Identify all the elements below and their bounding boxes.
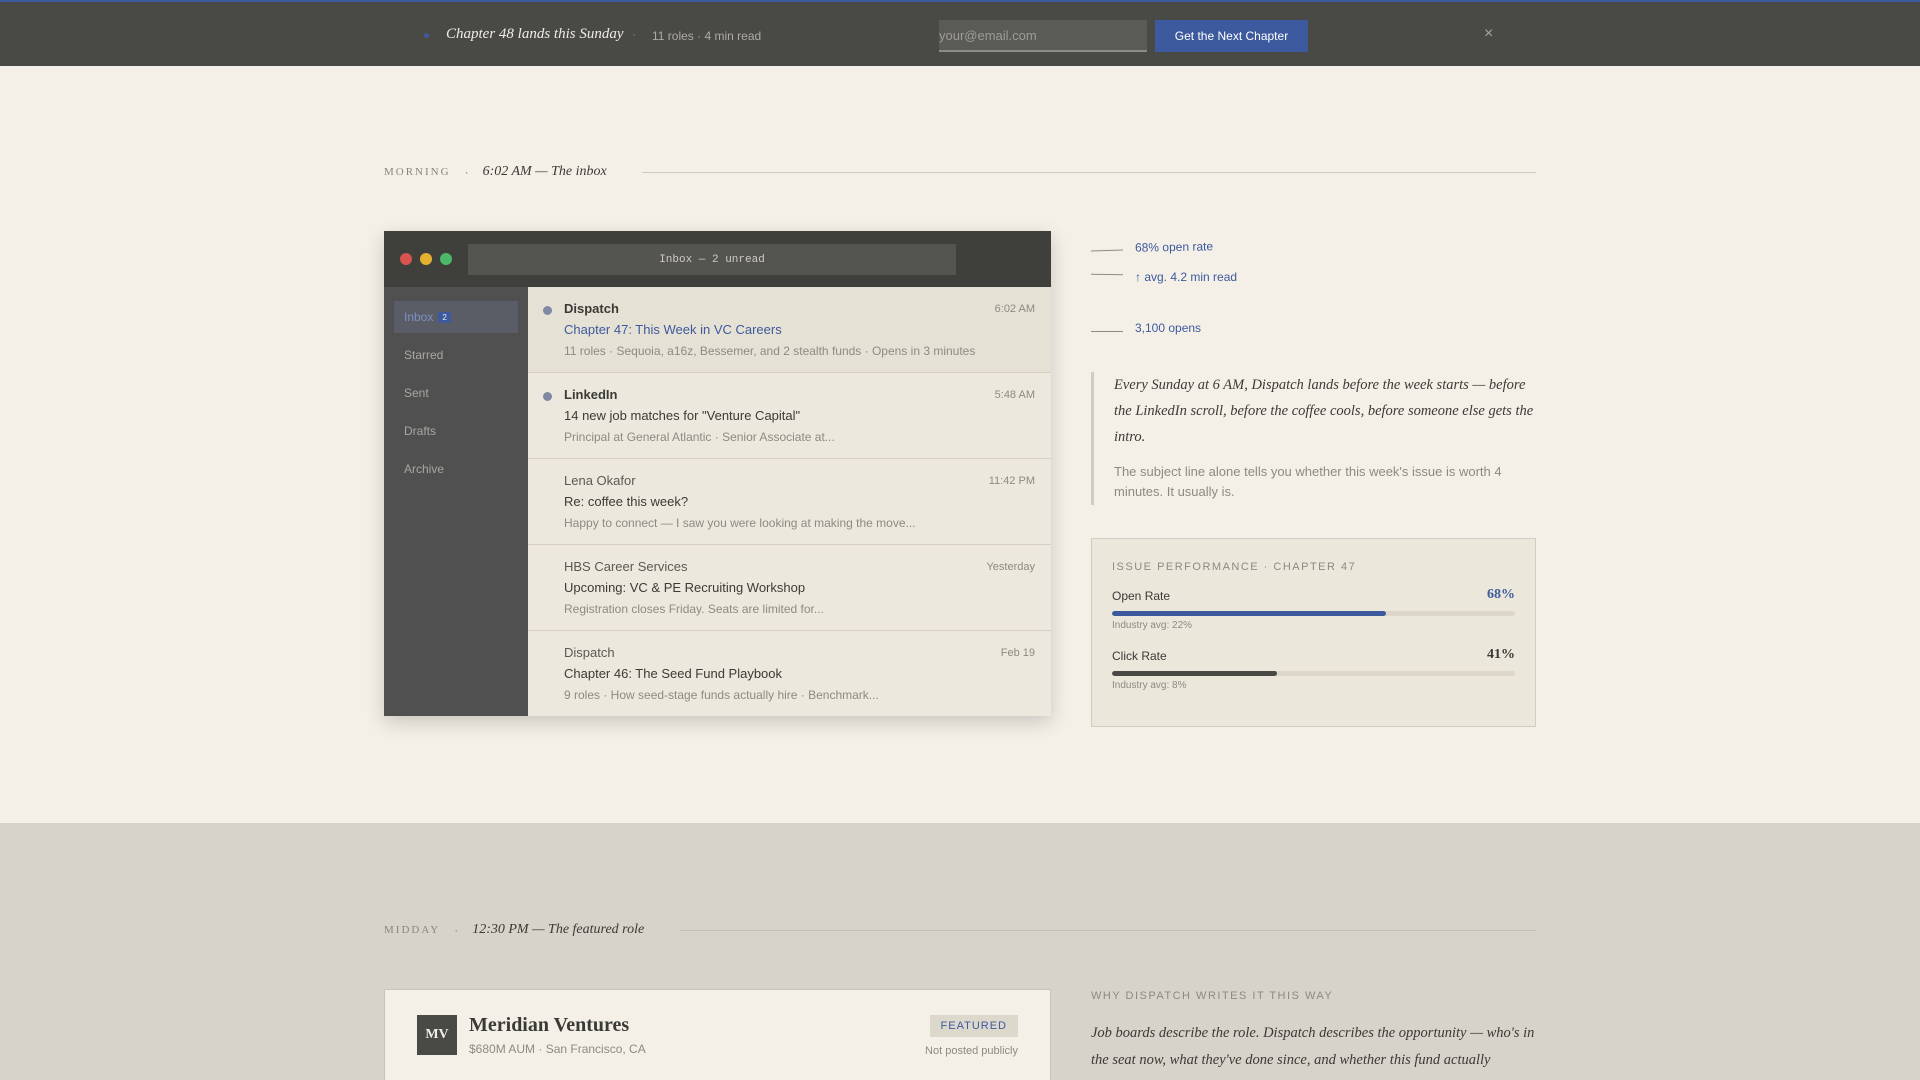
metric-average: Industry avg: 22% bbox=[1112, 620, 1193, 631]
email-client-window: Inbox — 2 unread Inbox 2 Starred Sent Dr… bbox=[384, 231, 1051, 716]
metric-average: Industry avg: 8% bbox=[1112, 680, 1187, 691]
email-sender: Dispatch bbox=[564, 301, 619, 316]
email-list: Dispatch 6:02 AM Chapter 47: This Week i… bbox=[528, 287, 1051, 716]
annotation-open-rate: 68% open rate bbox=[1134, 239, 1214, 255]
mail-sidebar: Inbox 2 Starred Sent Drafts Archive bbox=[384, 287, 528, 716]
email-preview: Principal at General Atlantic · Senior A… bbox=[564, 430, 835, 444]
section-dot: · bbox=[454, 923, 459, 937]
pull-quote: Every Sunday at 6 AM, Dispatch lands bef… bbox=[1091, 372, 1536, 505]
email-time: Feb 19 bbox=[1000, 647, 1035, 659]
annotation-read-time: ↑ avg. 4.2 min read bbox=[1135, 270, 1238, 284]
section-dot: · bbox=[464, 165, 469, 179]
email-time: 5:48 AM bbox=[994, 389, 1035, 401]
why-text: Job boards describe the role. Dispatch d… bbox=[1091, 1025, 1535, 1068]
fund-name: Meridian Ventures bbox=[469, 1014, 630, 1036]
email-sender: HBS Career Services bbox=[564, 559, 688, 574]
sidebar-item-label: Starred bbox=[404, 348, 444, 362]
sidebar-item-drafts[interactable]: Drafts bbox=[394, 415, 518, 447]
metric-value-click-rate: 41% bbox=[1487, 647, 1515, 662]
email-row[interactable]: Lena Okafor 11:42 PM Re: coffee this wee… bbox=[528, 459, 1051, 545]
sidebar-item-label: Archive bbox=[404, 462, 445, 476]
get-next-chapter-button[interactable]: Get the Next Chapter bbox=[1155, 20, 1308, 52]
performance-title: ISSUE PERFORMANCE · CHAPTER 47 bbox=[1112, 561, 1357, 573]
email-subject: Re: coffee this week? bbox=[564, 494, 689, 509]
banner-separator: · bbox=[632, 29, 636, 41]
section-header-morning: MORNING · 6:02 AM — The inbox bbox=[384, 162, 607, 182]
progress-track bbox=[1112, 611, 1515, 616]
unread-dot-icon bbox=[543, 306, 552, 315]
section-title: 6:02 AM — The inbox bbox=[482, 164, 607, 179]
annotation-line bbox=[1090, 249, 1124, 252]
close-icon[interactable]: × bbox=[1484, 26, 1493, 42]
metric-label-open-rate: Open Rate bbox=[1112, 589, 1171, 603]
announcement-banner: Chapter 48 lands this Sunday · 11 roles … bbox=[0, 0, 1920, 66]
close-window-icon[interactable] bbox=[400, 253, 412, 265]
progress-fill-click-rate bbox=[1112, 671, 1278, 676]
section-divider bbox=[642, 172, 1536, 173]
email-preview: 11 roles · Sequoia, a16z, Bessemer, and … bbox=[564, 344, 976, 358]
banner-title: Chapter 48 lands this Sunday bbox=[446, 26, 624, 42]
metric-label-click-rate: Click Rate bbox=[1112, 649, 1167, 663]
sidebar-item-inbox[interactable]: Inbox 2 bbox=[394, 301, 518, 333]
email-time: 6:02 AM bbox=[994, 303, 1035, 315]
section-label: MIDDAY bbox=[384, 924, 441, 936]
featured-badge: FEATURED bbox=[929, 1015, 1018, 1037]
email-row[interactable]: Dispatch Feb 19 Chapter 46: The Seed Fun… bbox=[528, 631, 1051, 717]
progress-track bbox=[1112, 671, 1515, 676]
fund-logo: MV bbox=[417, 1015, 457, 1055]
section-header-midday: MIDDAY · 12:30 PM — The featured role bbox=[384, 920, 644, 940]
email-time: Yesterday bbox=[986, 561, 1035, 573]
maximize-window-icon[interactable] bbox=[440, 253, 452, 265]
email-subject: Chapter 46: The Seed Fund Playbook bbox=[564, 666, 783, 681]
status-dot-icon bbox=[424, 33, 429, 38]
email-preview: 9 roles · How seed-stage funds actually … bbox=[564, 688, 879, 702]
minimize-window-icon[interactable] bbox=[420, 253, 432, 265]
email-subject: Upcoming: VC & PE Recruiting Workshop bbox=[564, 580, 806, 595]
email-input[interactable] bbox=[939, 20, 1147, 52]
email-sender: LinkedIn bbox=[564, 387, 618, 402]
quote-caption: The subject line alone tells you whether… bbox=[1114, 464, 1502, 499]
email-subject: 14 new job matches for "Venture Capital" bbox=[564, 408, 801, 423]
sidebar-item-archive[interactable]: Archive bbox=[394, 453, 518, 485]
sidebar-item-sent[interactable]: Sent bbox=[394, 377, 518, 409]
posting-note: Not posted publicly bbox=[925, 1045, 1018, 1057]
annotation-line bbox=[1091, 331, 1123, 332]
email-time: 11:42 PM bbox=[988, 475, 1035, 487]
email-row[interactable]: HBS Career Services Yesterday Upcoming: … bbox=[528, 545, 1051, 631]
sidebar-item-label: Drafts bbox=[404, 424, 437, 438]
email-row[interactable]: LinkedIn 5:48 AM 14 new job matches for … bbox=[528, 373, 1051, 459]
section-divider bbox=[680, 930, 1536, 931]
metric-value-open-rate: 68% bbox=[1487, 587, 1515, 602]
sidebar-item-label: Inbox bbox=[404, 310, 434, 324]
email-subject: Chapter 47: This Week in VC Careers bbox=[564, 322, 782, 337]
address-bar: Inbox — 2 unread bbox=[468, 244, 956, 275]
issue-performance-card: ISSUE PERFORMANCE · CHAPTER 47 Open Rate… bbox=[1091, 538, 1536, 727]
window-title-bar: Inbox — 2 unread bbox=[384, 231, 1051, 287]
email-row[interactable]: Dispatch 6:02 AM Chapter 47: This Week i… bbox=[528, 287, 1051, 373]
fund-meta: $680M AUM · San Francisco, CA bbox=[469, 1042, 646, 1056]
annotation-line bbox=[1090, 273, 1124, 276]
email-preview: Registration closes Friday. Seats are li… bbox=[564, 602, 824, 616]
progress-fill-open-rate bbox=[1112, 611, 1387, 616]
section-title: 12:30 PM — The featured role bbox=[472, 922, 645, 937]
unread-dot-icon bbox=[543, 392, 552, 401]
quote-text: Every Sunday at 6 AM, Dispatch lands bef… bbox=[1114, 377, 1534, 445]
unread-count-badge: 2 bbox=[438, 311, 451, 323]
featured-role-card[interactable]: MV Meridian Ventures $680M AUM · San Fra… bbox=[384, 989, 1051, 1080]
sidebar-item-starred[interactable]: Starred bbox=[394, 339, 518, 371]
email-sender: Lena Okafor bbox=[564, 473, 636, 488]
sidebar-item-label: Sent bbox=[404, 386, 429, 400]
email-preview: Happy to connect — I saw you were lookin… bbox=[564, 516, 916, 530]
email-sender: Dispatch bbox=[564, 645, 615, 660]
why-heading: WHY DISPATCH WRITES IT THIS WAY bbox=[1091, 990, 1334, 1002]
banner-meta: 11 roles · 4 min read bbox=[652, 29, 762, 43]
annotation-opens: 3,100 opens bbox=[1135, 321, 1202, 335]
section-label: MORNING bbox=[384, 166, 451, 178]
